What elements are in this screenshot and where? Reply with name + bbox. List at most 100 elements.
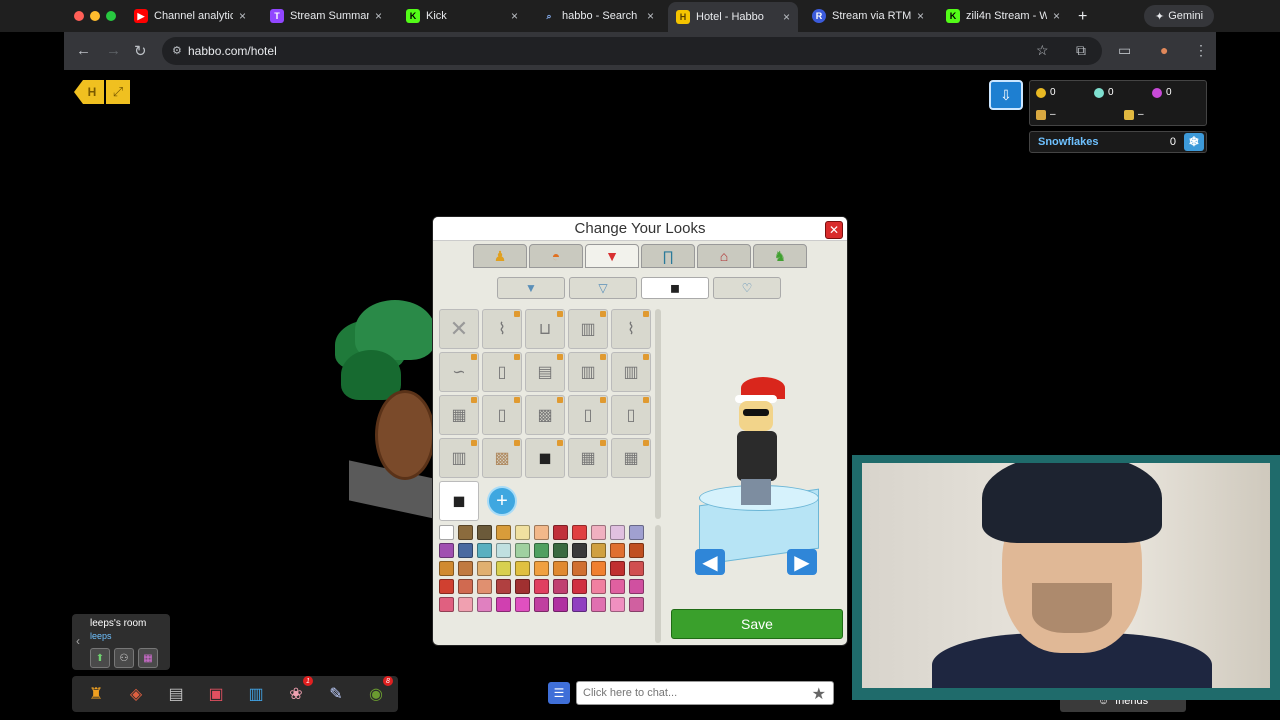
- shirt-tab[interactable]: ▼: [585, 244, 639, 268]
- color-swatch[interactable]: [458, 561, 473, 576]
- site-info-icon[interactable]: ⚙: [172, 44, 182, 57]
- clothing-item[interactable]: ▯: [611, 395, 651, 435]
- color-swatch[interactable]: [629, 525, 644, 540]
- color-swatch[interactable]: [496, 579, 511, 594]
- clothing-item[interactable]: ▦: [568, 438, 608, 478]
- save-button[interactable]: Save: [671, 609, 843, 639]
- color-swatch[interactable]: [553, 597, 568, 612]
- cast-icon[interactable]: ▭: [1118, 42, 1131, 59]
- color-swatch[interactable]: [515, 561, 530, 576]
- clothing-item-selected[interactable]: ◼: [525, 438, 565, 478]
- fullscreen-icon[interactable]: ⤢: [106, 80, 130, 104]
- color-swatch[interactable]: [553, 561, 568, 576]
- color-swatch[interactable]: [534, 543, 549, 558]
- close-tab-icon[interactable]: ×: [239, 9, 246, 23]
- color-swatch[interactable]: [553, 543, 568, 558]
- new-tab-button[interactable]: +: [1078, 8, 1087, 26]
- color-swatch[interactable]: [439, 525, 454, 540]
- color-swatch[interactable]: [610, 597, 625, 612]
- tab-kick[interactable]: K Kick ×: [398, 4, 526, 28]
- color-swatch[interactable]: [496, 561, 511, 576]
- room-zoom-icon[interactable]: ⚇: [114, 648, 134, 668]
- shop-icon[interactable]: ▣: [202, 680, 230, 708]
- color-swatch[interactable]: [496, 543, 511, 558]
- tab-stream-summary[interactable]: T Stream Summary ×: [262, 4, 390, 28]
- current-jacket-preview[interactable]: ◼: [439, 481, 479, 521]
- color-swatch[interactable]: [496, 597, 511, 612]
- color-swatch[interactable]: [534, 525, 549, 540]
- color-swatch[interactable]: [477, 597, 492, 612]
- jacket-subtab[interactable]: ◼: [641, 277, 709, 299]
- pet-icon[interactable]: ❀ 1: [282, 676, 313, 708]
- clothing-item[interactable]: ▥: [568, 352, 608, 392]
- wardrobe-tab[interactable]: ⌂: [697, 244, 751, 268]
- color-swatch[interactable]: [591, 579, 606, 594]
- color-swatch[interactable]: [515, 579, 530, 594]
- room-owner[interactable]: leeps: [90, 631, 170, 641]
- body-tab[interactable]: ♟: [473, 244, 527, 268]
- clothing-item[interactable]: ⌇: [482, 309, 522, 349]
- chevron-left-icon[interactable]: ‹: [76, 634, 80, 648]
- color-swatch[interactable]: [439, 597, 454, 612]
- clothing-item[interactable]: ▦: [439, 395, 479, 435]
- color-swatch[interactable]: [515, 543, 530, 558]
- menu-dots-icon[interactable]: ⋮: [1194, 42, 1208, 59]
- color-swatch[interactable]: [439, 561, 454, 576]
- hat-tab[interactable]: ◓: [529, 244, 583, 268]
- purse-toggle-button[interactable]: ⇩: [989, 80, 1023, 110]
- color-swatch[interactable]: [458, 525, 473, 540]
- clothing-item[interactable]: ▦: [611, 438, 651, 478]
- accessory-subtab[interactable]: ♡: [713, 277, 781, 299]
- forward-arrow-icon[interactable]: →: [106, 42, 121, 59]
- color-swatch[interactable]: [610, 543, 625, 558]
- tab-hotel-habbo[interactable]: H Hotel - Habbo ×: [668, 2, 798, 32]
- bookmark-star-icon[interactable]: ☆: [1036, 42, 1049, 59]
- color-swatch[interactable]: [591, 597, 606, 612]
- close-tab-icon[interactable]: ×: [783, 10, 790, 24]
- navigator-icon[interactable]: ✎: [322, 680, 350, 708]
- gemini-button[interactable]: ✦ Gemini: [1144, 5, 1214, 27]
- inventory-icon[interactable]: ▥: [242, 680, 270, 708]
- room-history-icon[interactable]: ▦: [138, 648, 158, 668]
- color-swatch[interactable]: [572, 597, 587, 612]
- close-window-button[interactable]: [74, 11, 84, 21]
- dialog-header[interactable]: Change Your Looks: [433, 217, 847, 241]
- color-swatch[interactable]: [610, 561, 625, 576]
- clothing-item[interactable]: ∽: [439, 352, 479, 392]
- color-swatch[interactable]: [553, 579, 568, 594]
- clothing-item[interactable]: ▯: [482, 395, 522, 435]
- pants-tab[interactable]: ∏: [641, 244, 695, 268]
- maximize-window-button[interactable]: [106, 11, 116, 21]
- color-swatch[interactable]: [553, 525, 568, 540]
- profile-avatar[interactable]: ●: [1160, 42, 1168, 58]
- color-swatch[interactable]: [439, 579, 454, 594]
- color-swatch[interactable]: [515, 525, 530, 540]
- tab-stream-rtmp[interactable]: R Stream via RTMP ×: [804, 4, 932, 28]
- clothing-item[interactable]: ▯: [568, 395, 608, 435]
- minimize-window-button[interactable]: [90, 11, 100, 21]
- color-swatch[interactable]: [629, 579, 644, 594]
- tab-channel-analytics[interactable]: ▶ Channel analytic ×: [126, 4, 254, 28]
- color-swatch[interactable]: [572, 525, 587, 540]
- color-swatch[interactable]: [591, 525, 606, 540]
- color-swatch[interactable]: [439, 543, 454, 558]
- close-tab-icon[interactable]: ×: [647, 9, 654, 23]
- star-icon[interactable]: ★: [812, 684, 826, 704]
- rotate-left-button[interactable]: ◀: [695, 549, 725, 575]
- tshirt-subtab[interactable]: ▼: [497, 277, 565, 299]
- clothing-item[interactable]: ▩: [525, 395, 565, 435]
- address-bar[interactable]: ⚙ habbo.com/hotel: [162, 37, 1102, 65]
- clothing-item[interactable]: ▯: [482, 352, 522, 392]
- color-swatch[interactable]: [477, 579, 492, 594]
- color-swatch[interactable]: [610, 525, 625, 540]
- color-swatch[interactable]: [591, 543, 606, 558]
- clothing-item[interactable]: ▩: [482, 438, 522, 478]
- hotel-view-icon[interactable]: ♜: [82, 680, 110, 708]
- chat-style-icon[interactable]: ☰: [548, 682, 570, 704]
- color-swatch[interactable]: [496, 525, 511, 540]
- color-swatch[interactable]: [477, 561, 492, 576]
- color-swatch[interactable]: [534, 579, 549, 594]
- close-tab-icon[interactable]: ×: [375, 9, 382, 23]
- snowflakes-counter[interactable]: Snowflakes 0 ❄: [1029, 131, 1207, 153]
- color-swatch[interactable]: [534, 561, 549, 576]
